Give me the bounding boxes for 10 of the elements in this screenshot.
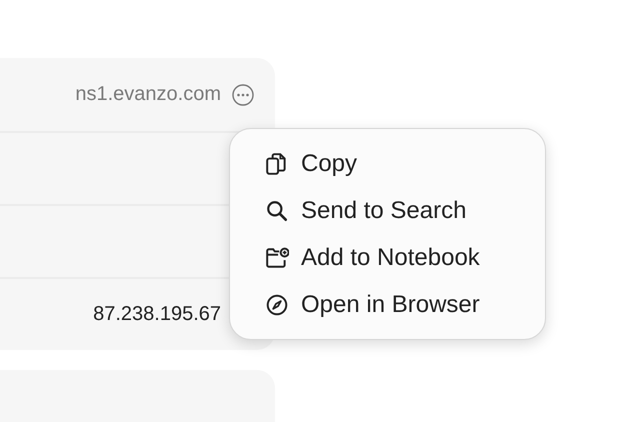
more-icon[interactable] — [231, 82, 255, 106]
compass-icon — [265, 292, 289, 316]
search-icon — [265, 198, 289, 222]
record-value: ns1.evanzo.com — [75, 83, 221, 106]
folder-plus-icon — [265, 246, 289, 270]
menu-item[interactable]: Send to Search — [230, 187, 545, 234]
menu-item[interactable]: Add to Notebook — [230, 234, 545, 281]
record-value: 87.238.195.67 — [93, 303, 221, 326]
menu-item[interactable]: Open in Browser — [230, 281, 545, 328]
menu-item[interactable]: Copy — [230, 140, 545, 187]
